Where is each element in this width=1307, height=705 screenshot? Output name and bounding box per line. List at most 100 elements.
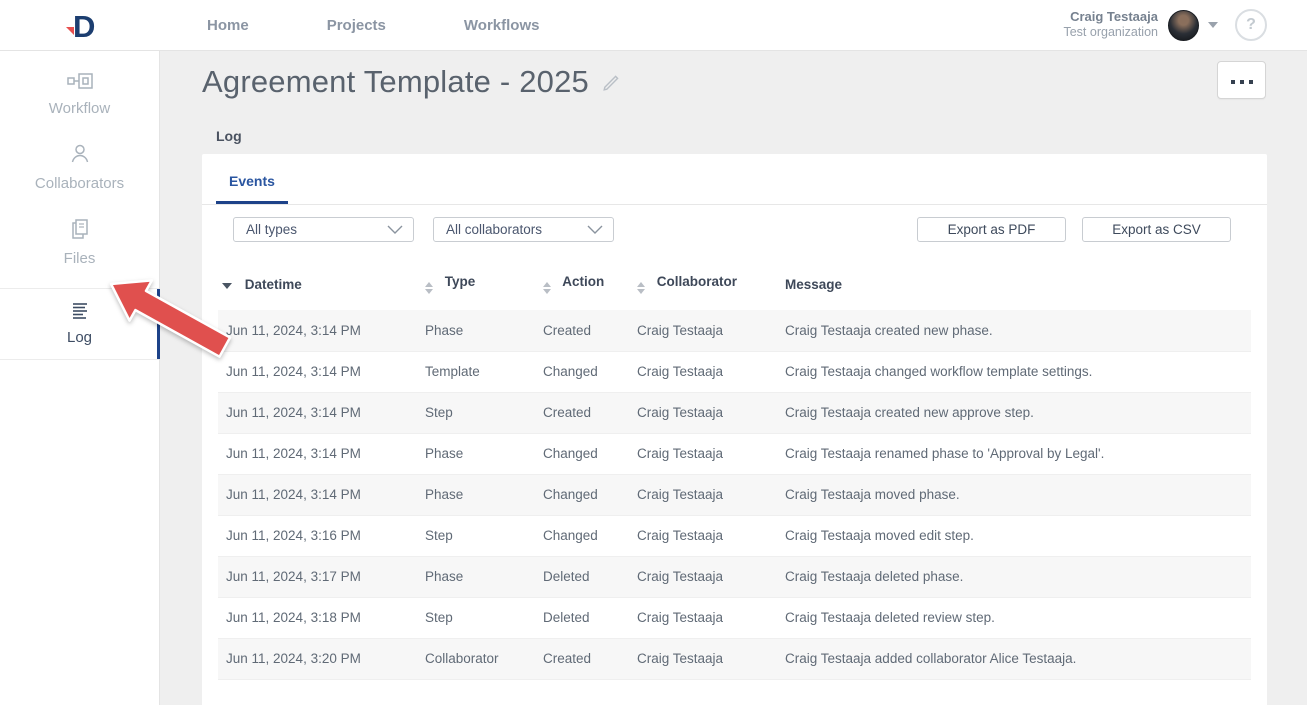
sidebar-item-label: Collaborators [35, 175, 124, 192]
sort-desc-icon [222, 283, 232, 289]
sidebar-item-label: Workflow [49, 100, 110, 117]
logo-icon: D [57, 6, 103, 44]
nav-item-workflows[interactable]: Workflows [464, 17, 540, 34]
chevron-down-icon [587, 225, 603, 234]
cell-action: Changed [543, 474, 637, 515]
cell-message: Craig Testaaja moved phase. [785, 474, 1251, 515]
types-filter-select[interactable]: All types [233, 217, 414, 242]
collaborators-filter-select[interactable]: All collaborators [433, 217, 614, 242]
cell-type: Step [425, 392, 543, 433]
cell-collaborator: Craig Testaaja [637, 597, 785, 638]
top-navbar: D Home Projects Workflows Craig Testaaja… [0, 0, 1307, 51]
tab-bar: Events [202, 154, 1267, 205]
sort-icon [425, 282, 433, 294]
table-row: Jun 11, 2024, 3:14 PMPhaseChangedCraig T… [218, 474, 1251, 515]
table-row: Jun 11, 2024, 3:18 PMStepDeletedCraig Te… [218, 597, 1251, 638]
cell-datetime: Jun 11, 2024, 3:14 PM [218, 351, 425, 392]
sidebar: Workflow Collaborators Files [0, 51, 160, 705]
active-item-indicator [157, 289, 160, 359]
help-button[interactable]: ? [1235, 9, 1267, 41]
logo-letter: D [73, 9, 95, 44]
table-row: Jun 11, 2024, 3:16 PMStepChangedCraig Te… [218, 515, 1251, 556]
cell-datetime: Jun 11, 2024, 3:14 PM [218, 474, 425, 515]
cell-message: Craig Testaaja moved edit step. [785, 515, 1251, 556]
cell-message: Craig Testaaja added collaborator Alice … [785, 638, 1251, 679]
sort-icon [543, 282, 551, 294]
export-csv-button[interactable]: Export as CSV [1082, 217, 1231, 242]
user-menu[interactable]: Craig Testaaja Test organization ? [1063, 9, 1267, 41]
cell-datetime: Jun 11, 2024, 3:18 PM [218, 597, 425, 638]
collaborators-icon [69, 143, 91, 170]
table-row: Jun 11, 2024, 3:20 PMCollaboratorCreated… [218, 638, 1251, 679]
workflow-icon [67, 72, 93, 95]
cell-collaborator: Craig Testaaja [637, 474, 785, 515]
user-organization: Test organization [1063, 25, 1158, 41]
column-header-datetime[interactable]: Datetime [218, 260, 425, 310]
cell-collaborator: Craig Testaaja [637, 392, 785, 433]
cell-action: Created [543, 638, 637, 679]
cell-datetime: Jun 11, 2024, 3:14 PM [218, 433, 425, 474]
more-options-icon [1228, 71, 1255, 89]
cell-type: Template [425, 351, 543, 392]
log-icon [70, 302, 90, 324]
log-table-body: Jun 11, 2024, 3:14 PMPhaseCreatedCraig T… [218, 310, 1251, 679]
cell-collaborator: Craig Testaaja [637, 310, 785, 351]
cell-datetime: Jun 11, 2024, 3:14 PM [218, 392, 425, 433]
user-info: Craig Testaaja Test organization [1063, 9, 1158, 41]
collaborators-filter-value: All collaborators [446, 222, 542, 237]
files-icon [69, 218, 91, 245]
column-header-action[interactable]: Action [543, 260, 637, 310]
section-label: Log [216, 128, 1307, 144]
cell-action: Changed [543, 433, 637, 474]
filter-row: All types All collaborators Export as PD… [233, 217, 1231, 242]
sidebar-item-workflow[interactable]: Workflow [0, 59, 159, 130]
edit-title-icon[interactable] [601, 73, 621, 98]
more-options-button[interactable] [1217, 61, 1266, 99]
cell-action: Created [543, 310, 637, 351]
cell-message: Craig Testaaja deleted review step. [785, 597, 1251, 638]
cell-message: Craig Testaaja deleted phase. [785, 556, 1251, 597]
cell-collaborator: Craig Testaaja [637, 433, 785, 474]
cell-message: Craig Testaaja changed workflow template… [785, 351, 1251, 392]
cell-type: Step [425, 597, 543, 638]
cell-datetime: Jun 11, 2024, 3:14 PM [218, 310, 425, 351]
sidebar-item-log[interactable]: Log [0, 288, 159, 360]
cell-type: Phase [425, 310, 543, 351]
caret-down-icon[interactable] [1208, 22, 1218, 28]
nav-item-home[interactable]: Home [207, 17, 249, 34]
page-title: Agreement Template - 2025 [202, 64, 589, 100]
cell-datetime: Jun 11, 2024, 3:16 PM [218, 515, 425, 556]
table-row: Jun 11, 2024, 3:14 PMStepCreatedCraig Te… [218, 392, 1251, 433]
table-row: Jun 11, 2024, 3:14 PMPhaseCreatedCraig T… [218, 310, 1251, 351]
cell-collaborator: Craig Testaaja [637, 556, 785, 597]
export-pdf-button[interactable]: Export as PDF [917, 217, 1066, 242]
cell-datetime: Jun 11, 2024, 3:20 PM [218, 638, 425, 679]
main-content: Agreement Template - 2025 Log Events All… [160, 51, 1307, 705]
cell-type: Step [425, 515, 543, 556]
cell-type: Phase [425, 433, 543, 474]
user-name: Craig Testaaja [1063, 9, 1158, 25]
sort-icon [637, 282, 645, 294]
cell-message: Craig Testaaja created new approve step. [785, 392, 1251, 433]
table-row: Jun 11, 2024, 3:17 PMPhaseDeletedCraig T… [218, 556, 1251, 597]
sidebar-item-files[interactable]: Files [0, 205, 159, 280]
tab-events[interactable]: Events [216, 158, 288, 204]
column-header-type[interactable]: Type [425, 260, 543, 310]
chevron-down-icon [387, 225, 403, 234]
cell-action: Deleted [543, 597, 637, 638]
cell-action: Deleted [543, 556, 637, 597]
app-logo[interactable]: D [0, 6, 160, 44]
sidebar-item-label: Log [67, 329, 92, 346]
main-nav: Home Projects Workflows [207, 17, 539, 34]
cell-type: Phase [425, 474, 543, 515]
log-table: Datetime Type Action Collaborator [218, 260, 1251, 680]
cell-action: Created [543, 392, 637, 433]
log-card: Events All types All collaborators Expor… [202, 154, 1267, 705]
avatar[interactable] [1168, 10, 1199, 41]
column-header-collaborator[interactable]: Collaborator [637, 260, 785, 310]
column-header-message: Message [785, 260, 1251, 310]
table-row: Jun 11, 2024, 3:14 PMPhaseChangedCraig T… [218, 433, 1251, 474]
table-row: Jun 11, 2024, 3:14 PMTemplateChangedCrai… [218, 351, 1251, 392]
nav-item-projects[interactable]: Projects [327, 17, 386, 34]
sidebar-item-collaborators[interactable]: Collaborators [0, 130, 159, 205]
